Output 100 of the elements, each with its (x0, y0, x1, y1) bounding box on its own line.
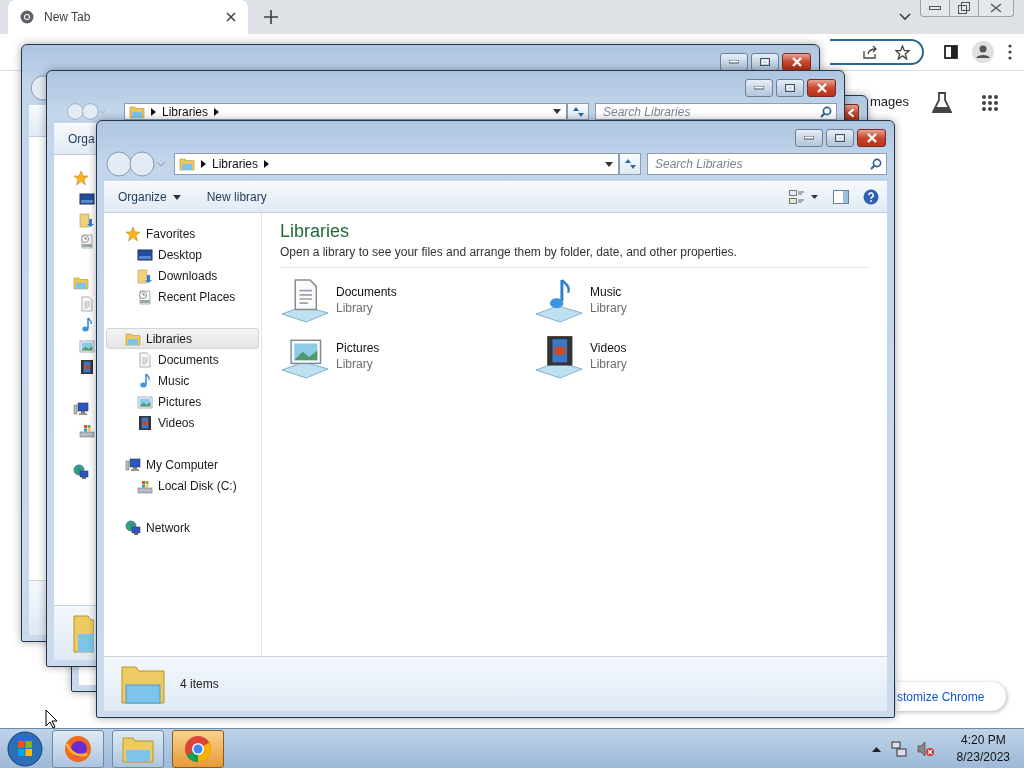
document-icon (137, 351, 153, 368)
maximize-button[interactable] (776, 79, 804, 97)
sidebar-item[interactable]: Network (106, 517, 259, 538)
tab-search-icon[interactable] (899, 13, 911, 21)
close-button[interactable] (857, 129, 886, 147)
download-folder-icon (137, 267, 153, 284)
search-icon (820, 105, 832, 118)
new-library-button[interactable]: New library (202, 188, 271, 206)
star-icon (73, 169, 89, 186)
library-name[interactable]: Music (590, 285, 627, 299)
back-button[interactable] (31, 75, 47, 101)
minimize-button[interactable] (720, 53, 748, 71)
desktop-icon (79, 190, 95, 207)
taskbar-button[interactable] (52, 729, 104, 768)
film-icon (137, 414, 153, 431)
picture-icon (79, 337, 95, 354)
customize-chrome-button[interactable]: stomize Chrome (896, 682, 1006, 711)
sidebar-item[interactable]: Documents (106, 349, 259, 370)
chevron-icon (214, 107, 220, 116)
page-heading: Libraries (280, 221, 351, 242)
tab-title: New Tab (44, 10, 92, 24)
maximize-icon (835, 134, 845, 142)
share-icon[interactable] (863, 45, 879, 59)
sidebar-item[interactable]: Local Disk (C:) (106, 475, 259, 496)
network-icon (125, 519, 141, 536)
menu-icon[interactable] (1008, 44, 1012, 60)
document-icon (295, 280, 317, 310)
sidebar-item[interactable]: Recent Places (106, 286, 259, 307)
item-count: 4 items (180, 677, 219, 691)
address-bar[interactable] (830, 39, 924, 65)
close-icon (848, 109, 854, 117)
organize-button[interactable]: Organize (114, 188, 185, 206)
library-type: Library (336, 301, 374, 315)
taskbar-button[interactable] (172, 729, 224, 768)
sidebar-item[interactable]: Music (106, 370, 259, 391)
library-name[interactable]: Documents (336, 285, 397, 299)
address-bar[interactable]: Libraries (174, 153, 619, 175)
page-description: Open a library to see your files and arrange them by folder, date, and other properties. (280, 245, 869, 268)
picture-icon (137, 393, 153, 410)
chrome-icon (20, 10, 34, 24)
maximize-button[interactable] (826, 129, 854, 147)
chevron-icon (201, 160, 206, 168)
apps-grid-icon[interactable] (981, 94, 999, 112)
images-link[interactable]: mages (870, 94, 910, 109)
maximize-button[interactable] (751, 53, 779, 71)
sidebar-item[interactable]: Favorites (106, 223, 259, 244)
profile-icon[interactable] (972, 41, 994, 63)
address-bar[interactable]: Libraries (124, 103, 567, 120)
sidebar-item[interactable]: Pictures (106, 391, 259, 412)
sidebar-item[interactable]: Libraries (106, 328, 259, 349)
refresh-button[interactable] (567, 103, 589, 120)
library-type: Library (336, 357, 374, 371)
desktop-icon (137, 246, 153, 263)
show-hidden-icons-icon[interactable] (871, 745, 881, 752)
organize-button[interactable]: Orga (64, 130, 99, 148)
flask-icon[interactable] (932, 92, 952, 114)
sidebar-item[interactable]: Videos (106, 412, 259, 433)
library-name[interactable]: Videos (590, 341, 627, 355)
sidebar-item[interactable]: My Computer (106, 454, 259, 475)
network-icon[interactable] (890, 740, 907, 757)
refresh-button[interactable] (619, 153, 641, 175)
library-name[interactable]: Pictures (336, 341, 380, 355)
new-tab-icon[interactable] (264, 10, 278, 24)
chevron-icon (151, 107, 156, 116)
dropdown-icon (553, 109, 561, 114)
volume-muted-icon[interactable] (916, 740, 935, 757)
maximize-icon (760, 58, 770, 66)
minimize-icon (929, 6, 941, 10)
clock-time: 4:20 PM (960, 731, 1006, 749)
recent-places-icon (137, 288, 153, 305)
close-icon[interactable] (226, 12, 236, 22)
bookmark-star-icon[interactable] (895, 44, 910, 60)
address-text: Libraries (212, 157, 259, 171)
browser-tab[interactable]: New Tab (8, 0, 248, 34)
library-type: Library (590, 357, 627, 371)
computer-icon (73, 400, 89, 417)
view-options-icon[interactable] (789, 190, 819, 204)
preview-pane-icon[interactable] (833, 190, 849, 204)
sidebar-item[interactable]: Downloads (106, 265, 259, 286)
close-button[interactable] (807, 79, 836, 97)
library-type: Library (590, 301, 627, 315)
download-folder-icon (79, 211, 95, 228)
close-button[interactable] (782, 53, 811, 71)
cursor-icon (45, 709, 58, 729)
star-icon (125, 225, 141, 242)
library-folder-icon (179, 156, 195, 172)
firefox-icon (63, 733, 93, 764)
taskbar-button[interactable] (112, 729, 164, 768)
help-icon[interactable] (863, 189, 879, 205)
address-text: Libraries (162, 104, 209, 119)
chrome-icon (183, 733, 213, 764)
sidebar-item[interactable]: Desktop (106, 244, 259, 265)
maximize-icon (785, 84, 795, 92)
library-folder-icon (72, 612, 94, 654)
start-button[interactable] (6, 729, 44, 768)
close-icon (815, 83, 828, 93)
minimize-icon (729, 60, 739, 64)
side-panel-icon[interactable] (944, 45, 958, 59)
search-field[interactable]: Search Libraries (595, 103, 837, 120)
search-field[interactable]: Search Libraries (647, 153, 887, 175)
